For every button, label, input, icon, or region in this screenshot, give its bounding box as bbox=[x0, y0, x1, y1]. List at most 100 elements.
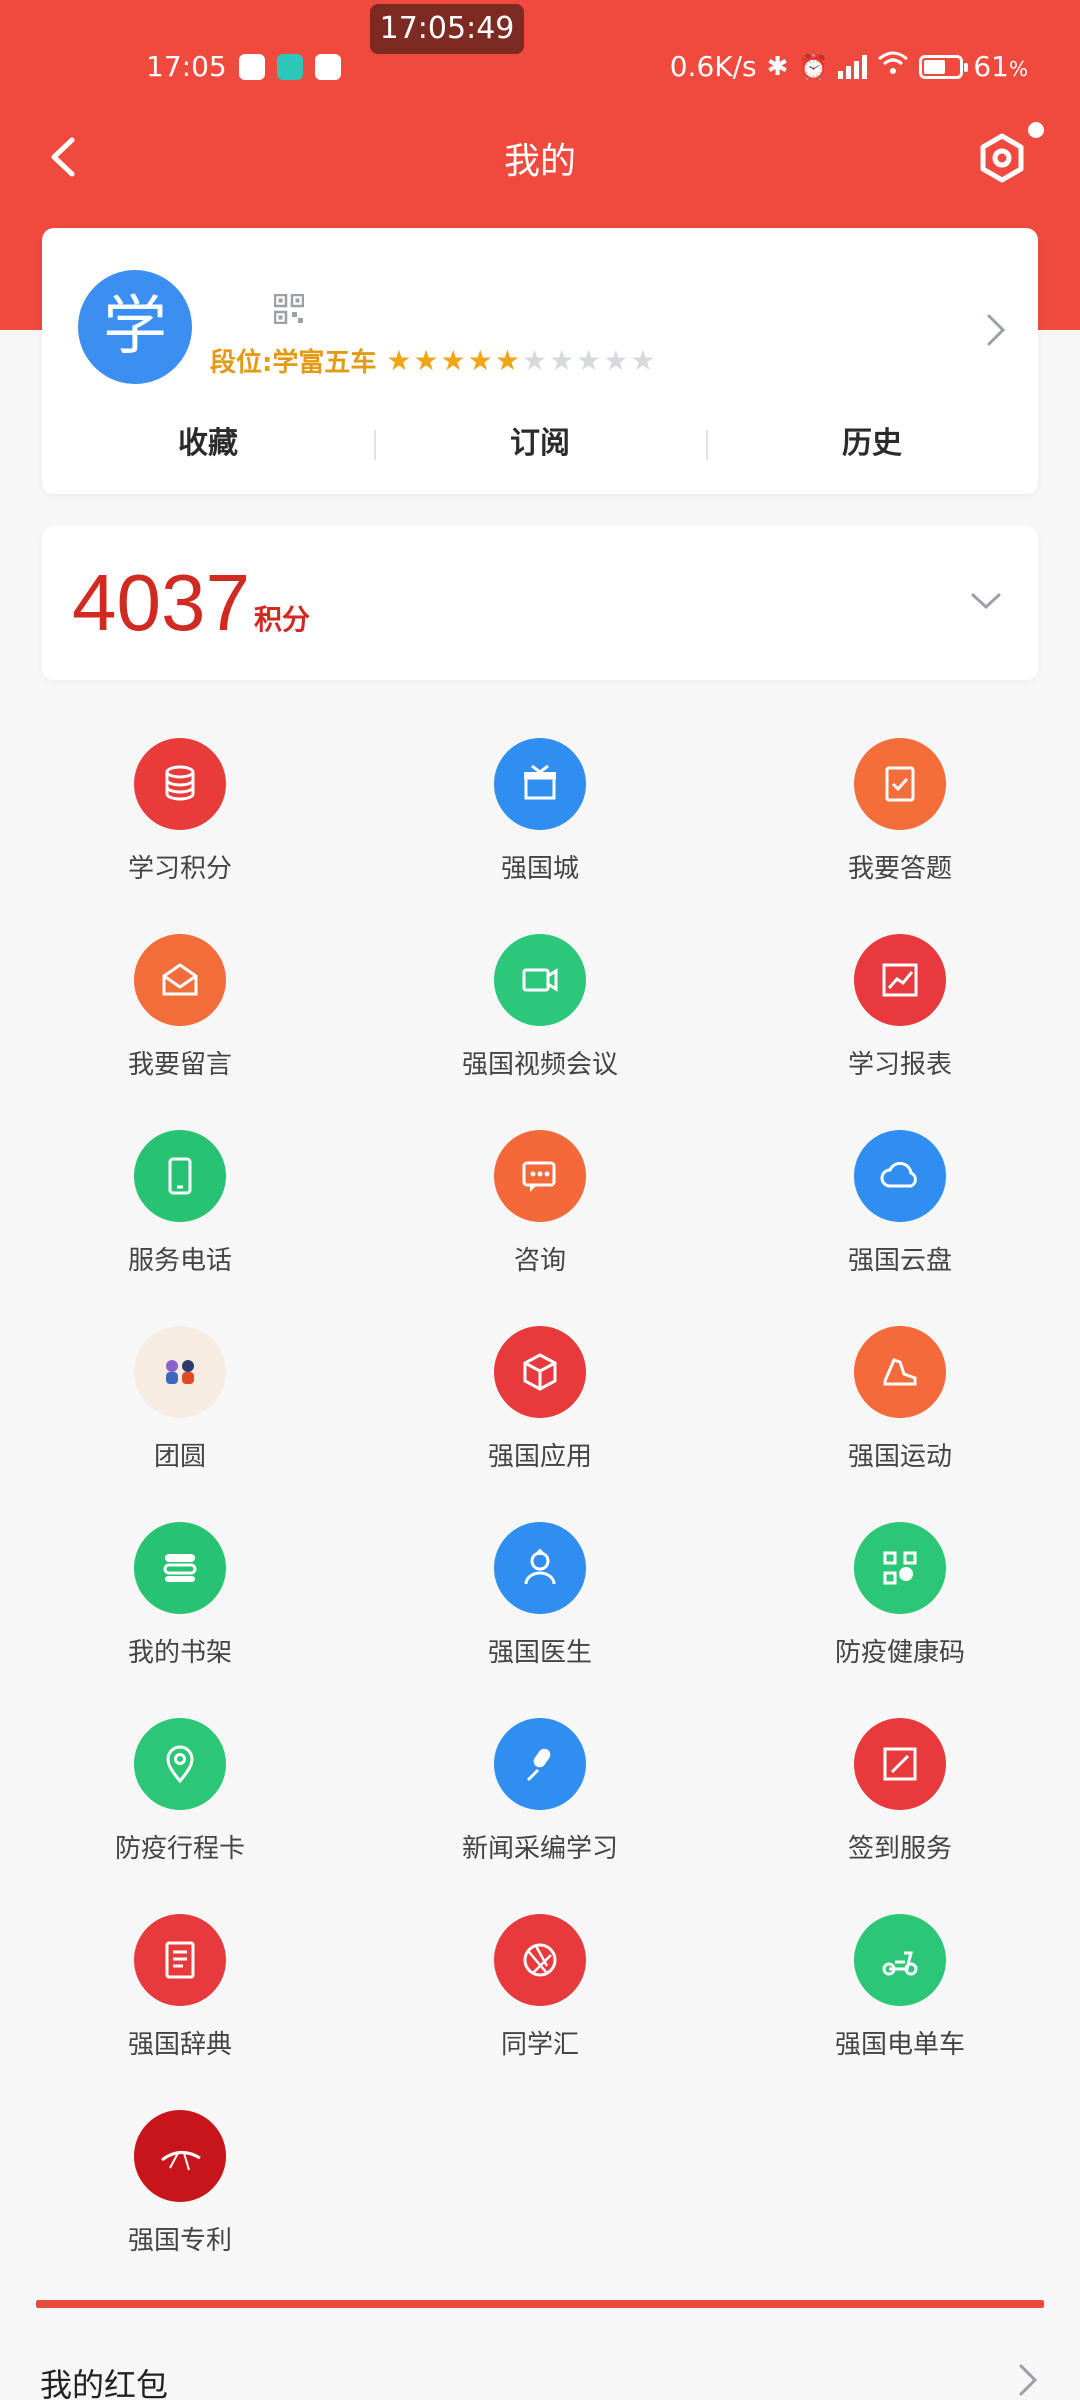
section-divider bbox=[36, 2300, 1044, 2308]
top-bar: 我的 bbox=[0, 112, 1080, 202]
chevron-right-icon[interactable] bbox=[1016, 2360, 1040, 2400]
star-empty-icon: ★ bbox=[603, 343, 629, 377]
page-title: 我的 bbox=[503, 141, 576, 182]
battery-fill bbox=[924, 59, 946, 74]
menu-item-label: 服务电话 bbox=[127, 1246, 232, 1276]
chevron-right-icon[interactable] bbox=[984, 310, 1008, 350]
wifi-icon bbox=[877, 50, 909, 83]
menu-item[interactable]: 强国视频会议 bbox=[390, 934, 690, 1104]
phone-icon bbox=[134, 1130, 226, 1222]
notification-dot bbox=[1028, 122, 1044, 138]
reunion-figures-icon bbox=[134, 1326, 226, 1418]
red-packet-row[interactable]: 我的红包 bbox=[0, 2330, 1080, 2400]
menu-item-label: 强国医生 bbox=[487, 1638, 592, 1668]
menu-item[interactable]: 强国电单车 bbox=[750, 1914, 1050, 2084]
signal-icon bbox=[838, 54, 868, 79]
rank-row: 段位:学富五车 ★ ★ ★ ★ ★ ★ ★ ★ ★ ★ bbox=[210, 342, 656, 379]
menu-item[interactable]: 我要留言 bbox=[30, 934, 330, 1104]
screen-recording-clock: 17:05:49 bbox=[370, 4, 524, 54]
battery-percent: 61% bbox=[973, 50, 1028, 83]
star-filled-icon: ★ bbox=[440, 343, 466, 377]
menu-item-label: 强国辞典 bbox=[127, 2030, 232, 2060]
settings-hex-icon bbox=[980, 133, 1024, 183]
settings-button[interactable] bbox=[974, 130, 1030, 186]
menu-item[interactable]: 同学汇 bbox=[390, 1914, 690, 2084]
star-empty-icon: ★ bbox=[630, 343, 656, 377]
menu-item[interactable]: 防疫行程卡 bbox=[30, 1718, 330, 1888]
rank-stars: ★ ★ ★ ★ ★ ★ ★ ★ ★ ★ bbox=[386, 343, 656, 377]
menu-item[interactable]: 防疫健康码 bbox=[750, 1522, 1050, 1692]
profile-tabs: 收藏 订阅 历史 bbox=[42, 414, 1038, 474]
menu-item[interactable]: 强国专利 bbox=[30, 2110, 330, 2280]
star-filled-icon: ★ bbox=[386, 343, 412, 377]
cube-icon bbox=[494, 1326, 586, 1418]
menu-item-label: 团圆 bbox=[153, 1442, 206, 1472]
menu-item[interactable]: 我的书架 bbox=[30, 1522, 330, 1692]
points-unit: 积分 bbox=[254, 603, 311, 636]
status-right: 0.6K/s ✱ ⏰ 61% bbox=[670, 50, 1028, 83]
rank-label: 段位:学富五车 bbox=[210, 348, 377, 378]
menu-item-label: 签到服务 bbox=[847, 1834, 952, 1864]
tab-favorites[interactable]: 收藏 bbox=[42, 414, 374, 474]
red-packet-label: 我的红包 bbox=[40, 2366, 169, 2400]
database-icon bbox=[134, 738, 226, 830]
percent-sign: % bbox=[1008, 57, 1028, 81]
star-filled-icon: ★ bbox=[494, 343, 520, 377]
video-camera-icon bbox=[494, 934, 586, 1026]
menu-item-label: 强国应用 bbox=[487, 1442, 592, 1472]
menu-item-label: 新闻采编学习 bbox=[461, 1834, 618, 1864]
menu-item-label: 强国视频会议 bbox=[461, 1050, 618, 1080]
menu-item-label: 咨询 bbox=[513, 1246, 566, 1276]
menu-item[interactable]: 强国应用 bbox=[390, 1326, 690, 1496]
menu-item[interactable]: 签到服务 bbox=[750, 1718, 1050, 1888]
star-filled-icon: ★ bbox=[413, 343, 439, 377]
menu-item-label: 防疫健康码 bbox=[834, 1638, 965, 1668]
chevron-down-icon[interactable] bbox=[968, 588, 1004, 614]
menu-item-label: 强国电单车 bbox=[834, 2030, 965, 2060]
menu-item[interactable]: 咨询 bbox=[390, 1130, 690, 1300]
status-time: 17:05 bbox=[146, 50, 227, 83]
menu-item[interactable]: 强国运动 bbox=[750, 1326, 1050, 1496]
profile-card[interactable]: 学 段位:学富五车 ★ ★ ★ ★ ★ ★ ★ ★ ★ ★ 收藏 订阅 历史 bbox=[42, 228, 1038, 494]
menu-item[interactable]: 服务电话 bbox=[30, 1130, 330, 1300]
menu-item-label: 同学汇 bbox=[500, 2030, 579, 2060]
menu-item-label: 强国云盘 bbox=[847, 1246, 952, 1276]
app-notification-icon bbox=[276, 53, 303, 80]
battery-icon bbox=[919, 54, 969, 79]
menu-item[interactable]: 我要答题 bbox=[750, 738, 1050, 908]
qr-scan-icon bbox=[854, 1522, 946, 1614]
menu-item-label: 防疫行程卡 bbox=[114, 1834, 245, 1864]
menu-item[interactable]: 新闻采编学习 bbox=[390, 1718, 690, 1888]
menu-item-label: 学习报表 bbox=[847, 1050, 952, 1080]
menu-item-label: 强国城 bbox=[500, 854, 579, 884]
menu-item[interactable]: 学习报表 bbox=[750, 934, 1050, 1104]
sneaker-icon bbox=[854, 1326, 946, 1418]
location-pin-icon bbox=[134, 1718, 226, 1810]
points-card[interactable]: 4037 积分 bbox=[42, 526, 1038, 680]
tab-subscriptions[interactable]: 订阅 bbox=[374, 414, 706, 474]
avatar[interactable]: 学 bbox=[78, 270, 192, 384]
gift-box-icon bbox=[494, 738, 586, 830]
menu-item[interactable]: 强国辞典 bbox=[30, 1914, 330, 2084]
menu-item[interactable]: 团圆 bbox=[30, 1326, 330, 1496]
sign-in-icon bbox=[854, 1718, 946, 1810]
menu-item[interactable]: 强国医生 bbox=[390, 1522, 690, 1692]
points-value: 4037 bbox=[72, 558, 250, 647]
network-speed: 0.6K/s bbox=[669, 50, 757, 83]
menu-item-label: 我要答题 bbox=[847, 854, 952, 884]
aperture-icon bbox=[494, 1914, 586, 2006]
menu-item[interactable]: 强国云盘 bbox=[750, 1130, 1050, 1300]
tab-history[interactable]: 历史 bbox=[706, 414, 1038, 474]
cloud-icon bbox=[854, 1130, 946, 1222]
qr-code-icon[interactable] bbox=[273, 293, 305, 325]
clipboard-check-icon bbox=[854, 738, 946, 830]
menu-item-label: 我要留言 bbox=[127, 1050, 232, 1080]
app-notification-icon bbox=[238, 53, 265, 80]
chart-trend-icon bbox=[854, 934, 946, 1026]
menu-item[interactable]: 学习积分 bbox=[30, 738, 330, 908]
menu-item[interactable]: 强国城 bbox=[390, 738, 690, 908]
battery-value: 61 bbox=[973, 50, 1009, 83]
status-left: 17:05 bbox=[146, 50, 341, 83]
menu-item-label: 强国运动 bbox=[847, 1442, 952, 1472]
microphone-icon bbox=[494, 1718, 586, 1810]
